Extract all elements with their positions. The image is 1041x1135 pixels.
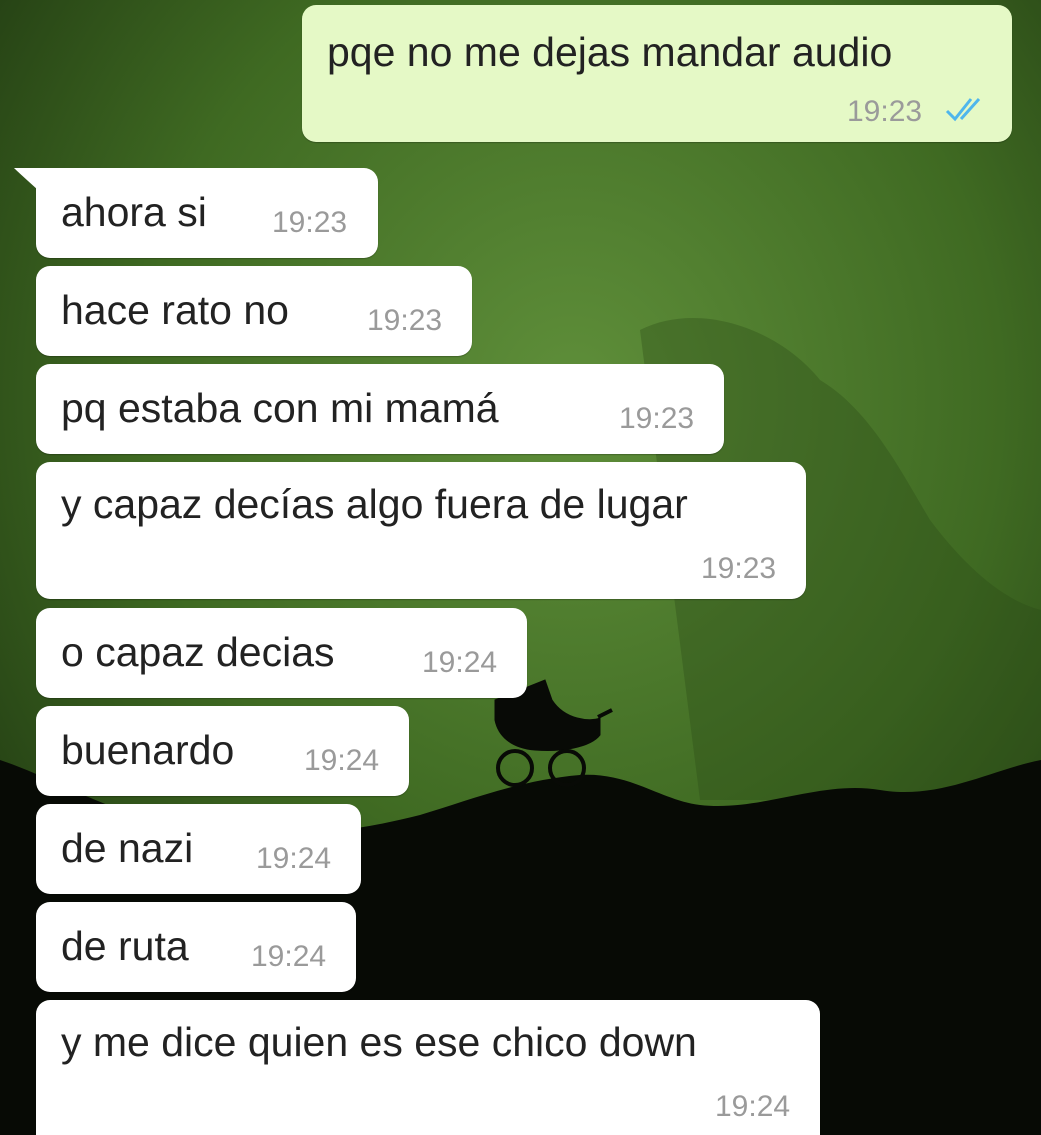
message-text: de ruta — [61, 923, 189, 969]
bubble-tail-icon — [14, 168, 38, 190]
incoming-message[interactable]: y me dice quien es ese chico down 19:24 — [36, 1000, 820, 1135]
message-text: ahora si — [61, 189, 207, 235]
incoming-message[interactable]: pq estaba con mi mamá 19:23 — [36, 364, 724, 454]
double-check-icon — [945, 97, 981, 122]
message-time: 19:23 — [701, 552, 777, 585]
message-text: pq estaba con mi mamá — [61, 385, 499, 431]
message-text: o capaz decias — [61, 629, 335, 675]
incoming-message[interactable]: buenardo 19:24 — [36, 706, 409, 796]
message-text: y capaz decías algo fuera de lugar — [61, 481, 688, 527]
incoming-message[interactable]: o capaz decias 19:24 — [36, 608, 527, 698]
message-time: 19:24 — [422, 646, 498, 679]
message-time: 19:23 — [272, 206, 348, 239]
message-time: 19:24 — [251, 940, 327, 973]
incoming-message[interactable]: de nazi 19:24 — [36, 804, 361, 894]
incoming-message[interactable]: hace rato no 19:23 — [36, 266, 472, 356]
message-text: y me dice quien es ese chico down — [61, 1019, 697, 1065]
message-time: 19:23 — [367, 304, 443, 337]
message-text: hace rato no — [61, 287, 289, 333]
incoming-message[interactable]: de ruta 19:24 — [36, 902, 356, 992]
message-time: 19:23 — [847, 95, 923, 128]
message-time: 19:24 — [304, 744, 380, 777]
incoming-message[interactable]: y capaz decías algo fuera de lugar 19:23 — [36, 462, 806, 599]
message-time: 19:23 — [619, 402, 695, 435]
message-text: buenardo — [61, 727, 235, 773]
outgoing-message[interactable]: pqe no me dejas mandar audio 19:23 — [302, 5, 1012, 142]
message-time: 19:24 — [715, 1090, 791, 1123]
message-list[interactable]: pqe no me dejas mandar audio 19:23 ahora… — [0, 0, 1041, 1135]
incoming-message[interactable]: ahora si 19:23 — [14, 168, 378, 258]
message-text: pqe no me dejas mandar audio — [327, 29, 893, 75]
message-text: de nazi — [61, 825, 194, 871]
message-time: 19:24 — [256, 842, 332, 875]
